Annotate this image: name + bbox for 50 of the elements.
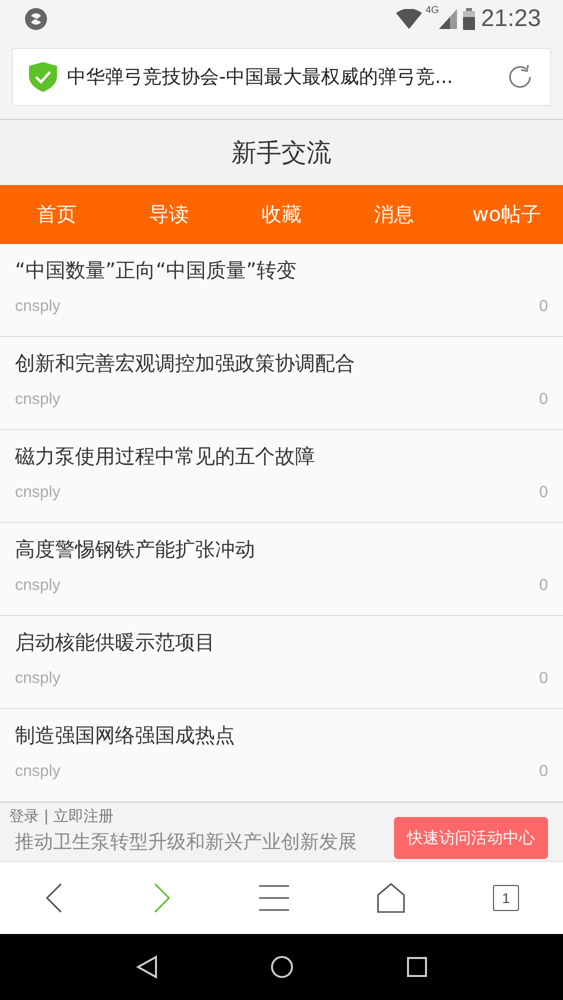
post-title: 制造强国网络强国成热点: [15, 722, 235, 749]
wifi-icon: [396, 9, 422, 29]
post-author: cnsply: [15, 577, 60, 595]
clock: 21:23: [480, 5, 541, 33]
nav-tab[interactable]: 导读: [112, 185, 226, 244]
post-author: cnsply: [15, 763, 60, 781]
post-author: cnsply: [15, 670, 60, 688]
post-title: 启动核能供暖示范项目: [15, 629, 215, 656]
home-icon[interactable]: [377, 883, 406, 913]
nav-tab[interactable]: 消息: [338, 185, 450, 244]
post-item[interactable]: “中国数量”正向“中国质量”转变 cnsply 0: [0, 244, 563, 337]
page-title-text: 中华弹弓竞技协会-中国最大最权威的弹弓竞...: [67, 65, 454, 90]
post-title: 高度警惕钢铁产能扩张冲动: [15, 536, 255, 563]
app-logo-icon: [24, 7, 48, 31]
reload-icon[interactable]: [506, 63, 534, 91]
nav-tab[interactable]: 收藏: [225, 185, 338, 244]
post-item[interactable]: 高度警惕钢铁产能扩张冲动 cnsply 0: [0, 523, 563, 616]
reply-count: 0: [539, 670, 548, 688]
activity-center-button[interactable]: 快速访问活动中心: [394, 817, 548, 859]
register-link[interactable]: 立即注册: [54, 807, 114, 825]
post-author: cnsply: [15, 484, 60, 502]
reply-count: 0: [539, 298, 548, 316]
nav-tab[interactable]: wo帖子: [450, 185, 563, 244]
forum-title: 新手交流: [232, 137, 332, 169]
shield-check-icon: [29, 62, 57, 92]
post-title: 创新和完善宏观调控加强政策协调配合: [15, 350, 355, 377]
post-title: 磁力泵使用过程中常见的五个故障: [15, 443, 315, 470]
reply-count: 0: [539, 577, 548, 595]
post-title: “中国数量”正向“中国质量”转变: [15, 257, 296, 284]
post-author: cnsply: [15, 298, 60, 316]
back-icon[interactable]: [44, 883, 64, 913]
post-item[interactable]: 启动核能供暖示范项目 cnsply 0: [0, 616, 563, 709]
recent-apps-icon[interactable]: [406, 957, 427, 977]
login-link[interactable]: 登录: [9, 807, 39, 825]
menu-icon[interactable]: [259, 885, 290, 911]
login-links: 登录 | 立即注册: [8, 806, 115, 827]
nav-tab[interactable]: 首页: [0, 185, 113, 244]
reply-count: 0: [539, 484, 548, 502]
post-title[interactable]: 推动卫生泵转型升级和新兴产业创新发展: [15, 829, 357, 855]
signal-icon: [438, 9, 457, 29]
reply-count: 0: [539, 391, 548, 409]
battery-icon: [462, 8, 475, 30]
tab-count-button[interactable]: 1: [493, 885, 520, 911]
network-type: 4G: [426, 5, 439, 16]
address-bar[interactable]: 中华弹弓竞技协会-中国最大最权威的弹弓竞...: [12, 48, 551, 106]
reply-count: 0: [539, 763, 548, 781]
post-item[interactable]: 创新和完善宏观调控加强政策协调配合 cnsply 0: [0, 337, 563, 430]
back-icon[interactable]: [136, 955, 158, 979]
post-author: cnsply: [15, 391, 60, 409]
post-item[interactable]: 磁力泵使用过程中常见的五个故障 cnsply 0: [0, 430, 563, 523]
